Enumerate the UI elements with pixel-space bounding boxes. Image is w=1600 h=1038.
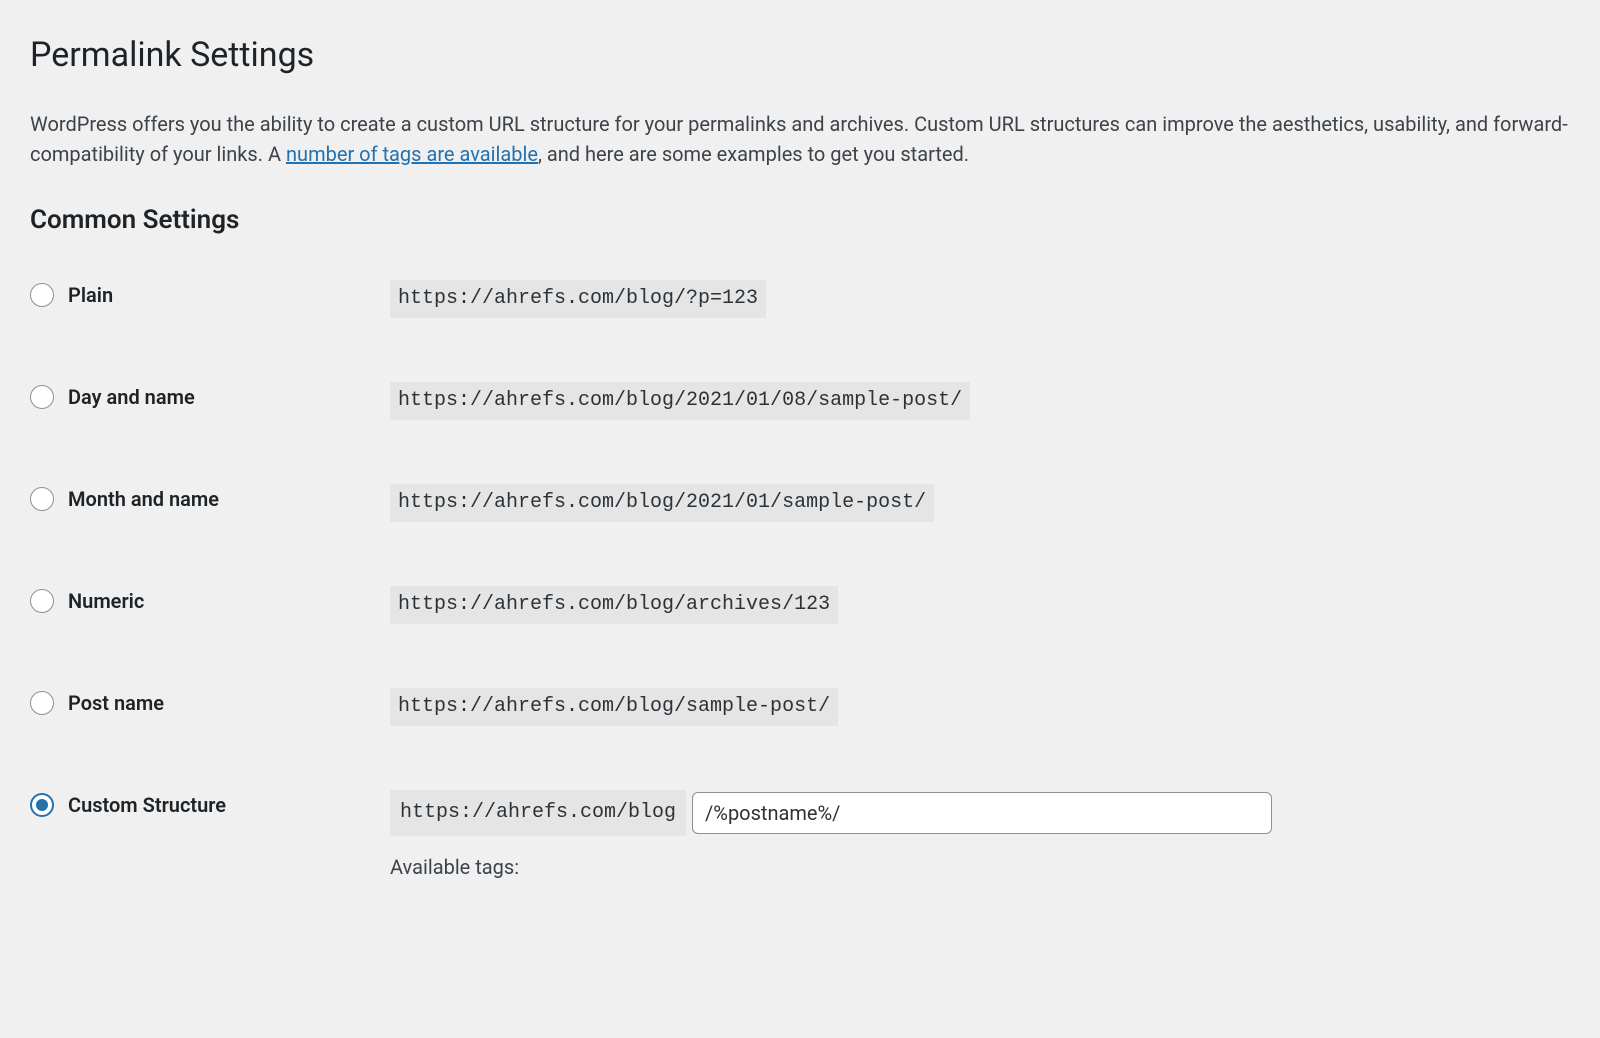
radio-numeric[interactable] — [30, 589, 54, 613]
label-month-and-name[interactable]: Month and name — [68, 484, 219, 514]
custom-structure-input[interactable] — [692, 792, 1272, 834]
option-row-day-and-name: Day and name https://ahrefs.com/blog/202… — [30, 382, 1570, 420]
tags-available-link[interactable]: number of tags are available — [286, 142, 538, 166]
option-row-custom: Custom Structure https://ahrefs.com/blog… — [30, 790, 1570, 882]
radio-post-name[interactable] — [30, 691, 54, 715]
radio-custom[interactable] — [30, 793, 54, 817]
label-post-name[interactable]: Post name — [68, 688, 164, 718]
option-row-post-name: Post name https://ahrefs.com/blog/sample… — [30, 688, 1570, 726]
option-row-plain: Plain https://ahrefs.com/blog/?p=123 — [30, 280, 1570, 318]
label-day-and-name[interactable]: Day and name — [68, 382, 195, 412]
example-post-name: https://ahrefs.com/blog/sample-post/ — [390, 688, 838, 726]
label-numeric[interactable]: Numeric — [68, 586, 144, 616]
description-post: , and here are some examples to get you … — [538, 142, 969, 166]
available-tags-label: Available tags: — [390, 852, 1570, 882]
page-title: Permalink Settings — [30, 30, 1570, 81]
radio-day-and-name[interactable] — [30, 385, 54, 409]
option-row-month-and-name: Month and name https://ahrefs.com/blog/2… — [30, 484, 1570, 522]
page-description: WordPress offers you the ability to crea… — [30, 109, 1570, 169]
section-title: Common Settings — [30, 201, 1570, 240]
label-custom[interactable]: Custom Structure — [68, 790, 226, 820]
label-plain[interactable]: Plain — [68, 280, 113, 310]
option-row-numeric: Numeric https://ahrefs.com/blog/archives… — [30, 586, 1570, 624]
example-day-and-name: https://ahrefs.com/blog/2021/01/08/sampl… — [390, 382, 970, 420]
example-numeric: https://ahrefs.com/blog/archives/123 — [390, 586, 838, 624]
radio-plain[interactable] — [30, 283, 54, 307]
radio-month-and-name[interactable] — [30, 487, 54, 511]
custom-prefix: https://ahrefs.com/blog — [390, 790, 686, 836]
example-plain: https://ahrefs.com/blog/?p=123 — [390, 280, 766, 318]
example-month-and-name: https://ahrefs.com/blog/2021/01/sample-p… — [390, 484, 934, 522]
